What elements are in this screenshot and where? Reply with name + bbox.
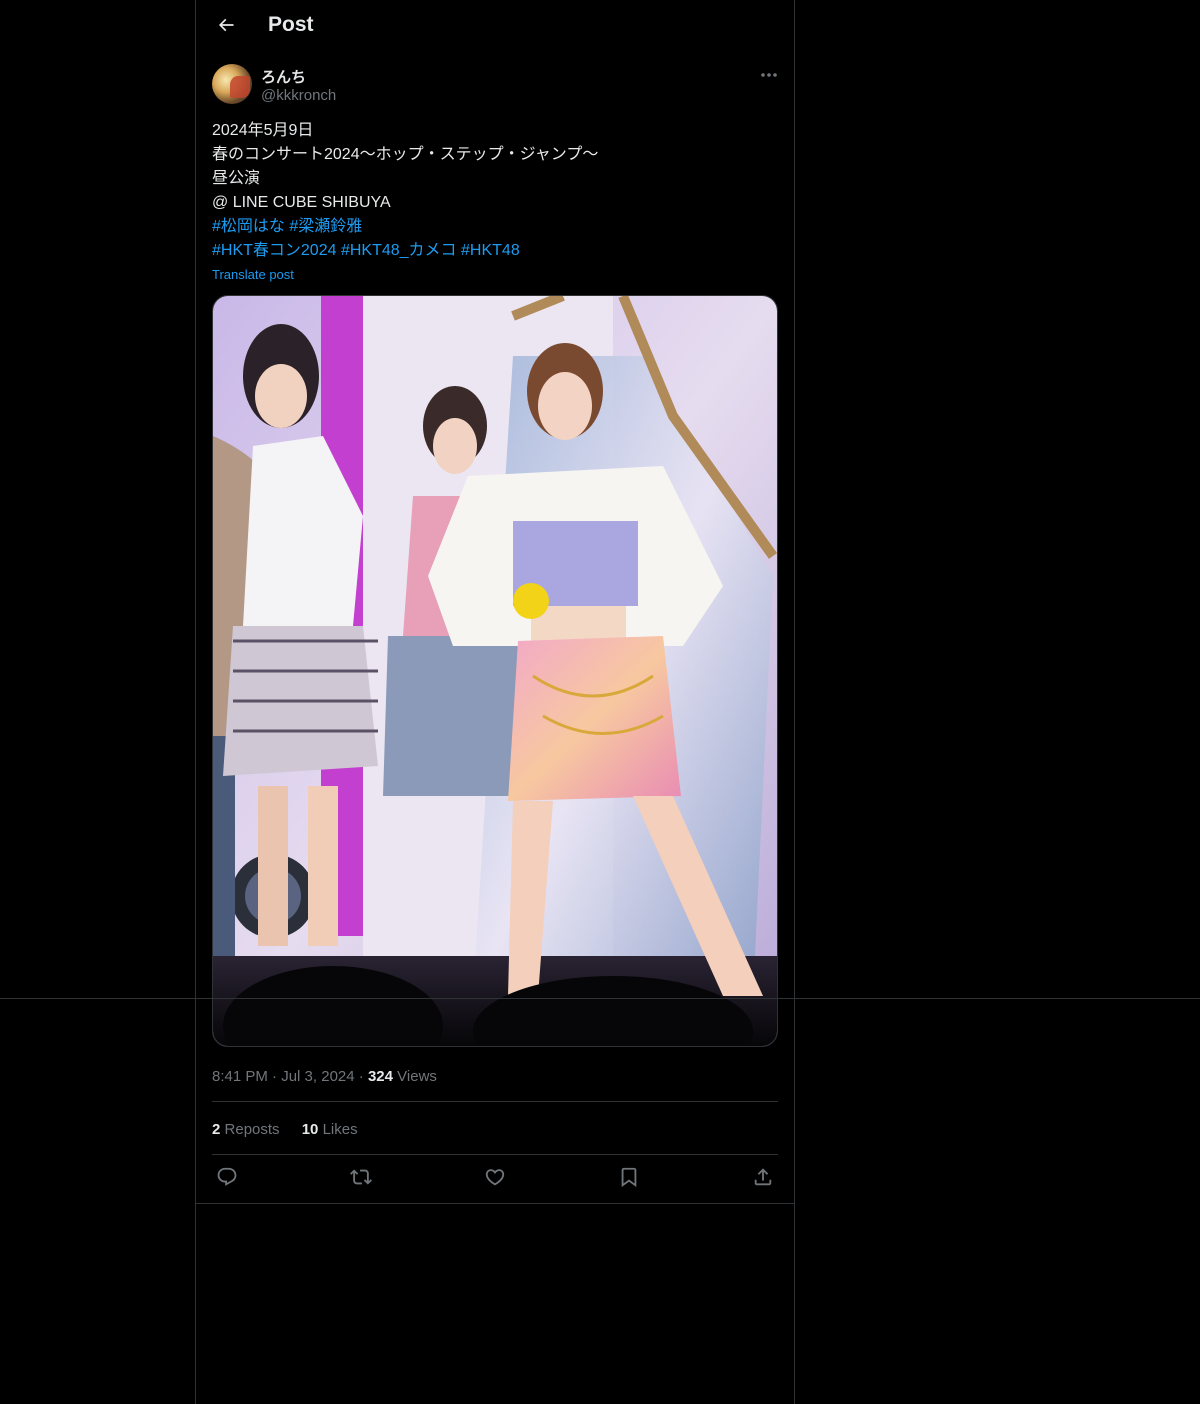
- bookmark-icon: [618, 1166, 640, 1193]
- hashtag-line: #HKT春コン2024 #HKT48_カメコ #HKT48: [212, 239, 778, 263]
- arrow-left-icon: [216, 15, 236, 40]
- translate-post-link[interactable]: Translate post: [212, 267, 294, 282]
- action-bar: [212, 1165, 778, 1193]
- reposts-count: 2: [212, 1121, 221, 1138]
- tweet-line: 昼公演: [212, 170, 261, 187]
- tweet-line: 春のコンサート2024〜ホップ・ステップ・ジャンプ〜: [212, 146, 599, 163]
- engagement-stats: 2 Reposts 10 Likes: [212, 1121, 376, 1138]
- like-icon: [484, 1166, 506, 1193]
- divider: [196, 1203, 794, 1204]
- likes-count: 10: [301, 1121, 319, 1138]
- tweet-line: @ LINE CUBE SHIBUYA: [212, 194, 391, 211]
- post-column: Post ろんち @kkkronch 2024年5月9日 春のコンサート2024…: [195, 0, 795, 1404]
- repost-icon: [350, 1166, 372, 1193]
- like-button[interactable]: [480, 1165, 510, 1193]
- more-icon: [756, 73, 782, 90]
- reply-icon: [216, 1166, 238, 1193]
- page-separator-line: [0, 998, 1200, 999]
- repost-button[interactable]: [346, 1165, 376, 1193]
- hashtag-link[interactable]: #松岡はな: [212, 218, 285, 235]
- author-handle[interactable]: @kkkronch: [261, 87, 336, 104]
- meta-separator: ·: [272, 1068, 278, 1085]
- hashtag-link[interactable]: #梁瀬鈴雅: [289, 218, 362, 235]
- more-options-button[interactable]: [756, 64, 782, 86]
- hashtag-line: #松岡はな #梁瀬鈴雅: [212, 215, 778, 239]
- avatar[interactable]: [212, 64, 252, 104]
- likes-stat[interactable]: 10 Likes: [302, 1121, 358, 1138]
- views-label: Views: [397, 1068, 437, 1085]
- hashtag-link[interactable]: #HKT48: [461, 242, 520, 259]
- share-button[interactable]: [748, 1165, 778, 1193]
- post-metadata: 8:41 PM · Jul 3, 2024 · 324 Views: [212, 1068, 437, 1085]
- views-count: 324: [367, 1068, 393, 1085]
- divider: [212, 1101, 778, 1102]
- post-header: Post: [196, 0, 794, 54]
- post-photo[interactable]: [212, 295, 778, 1047]
- tweet-text: 2024年5月9日 春のコンサート2024〜ホップ・ステップ・ジャンプ〜 昼公演…: [212, 119, 778, 263]
- tweet-line: 2024年5月9日: [212, 122, 314, 139]
- post-time[interactable]: 8:41 PM: [212, 1068, 268, 1085]
- author-display-name[interactable]: ろんち: [261, 66, 306, 87]
- reposts-label: Reposts: [224, 1121, 280, 1138]
- hashtag-link[interactable]: #HKT春コン2024: [212, 242, 337, 259]
- divider: [212, 1154, 778, 1155]
- reply-button[interactable]: [212, 1165, 242, 1193]
- back-button[interactable]: [208, 9, 244, 45]
- page-title: Post: [268, 13, 314, 36]
- meta-separator: ·: [358, 1068, 364, 1085]
- bookmark-button[interactable]: [614, 1165, 644, 1193]
- likes-label: Likes: [322, 1121, 358, 1138]
- concert-photo-image: [213, 296, 777, 1046]
- hashtag-link[interactable]: #HKT48_カメコ: [341, 242, 457, 259]
- share-icon: [752, 1166, 774, 1193]
- reposts-stat[interactable]: 2 Reposts: [212, 1121, 280, 1138]
- post-date[interactable]: Jul 3, 2024: [281, 1068, 354, 1085]
